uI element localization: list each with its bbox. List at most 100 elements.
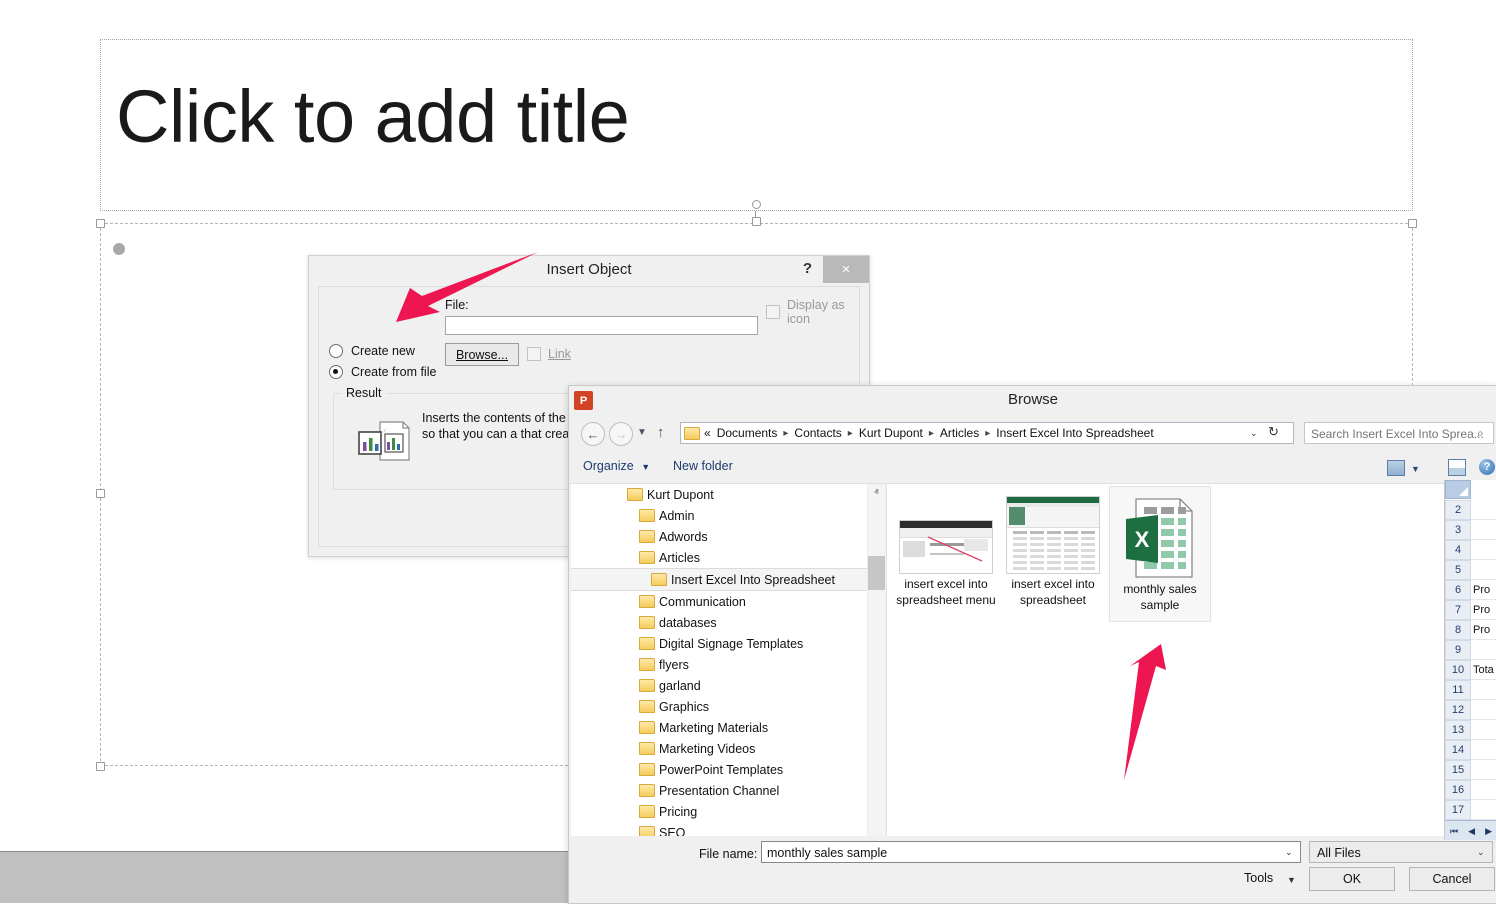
resize-handle-top-left[interactable] (96, 219, 105, 228)
breadcrumb-item-documents[interactable]: Documents (717, 426, 778, 440)
navigation-tree[interactable]: Kurt Dupont Admin Adwords Articles Insert Ex… (571, 484, 867, 836)
excel-cell[interactable] (1471, 800, 1496, 820)
excel-cell[interactable]: Pro (1471, 600, 1496, 620)
forward-icon[interactable]: → (609, 422, 633, 446)
excel-row-header[interactable]: 14 (1445, 740, 1471, 760)
tree-item[interactable]: SEO (571, 822, 867, 836)
excel-cell[interactable] (1471, 540, 1496, 560)
excel-row-header[interactable]: 10 (1445, 660, 1471, 680)
refresh-icon[interactable]: ↻ (1268, 424, 1279, 440)
excel-cell[interactable] (1471, 720, 1496, 740)
excel-row-header[interactable]: 2 (1445, 500, 1471, 520)
excel-row-header[interactable]: 15 (1445, 760, 1471, 780)
tree-item[interactable]: Marketing Videos (571, 738, 867, 759)
recent-locations-caret-icon[interactable]: ▼ (637, 427, 647, 438)
sheet-nav-icon[interactable]: ▶ (1485, 826, 1492, 837)
tree-item[interactable]: garland (571, 675, 867, 696)
tree-item[interactable]: Digital Signage Templates (571, 633, 867, 654)
breadcrumb-item-contacts[interactable]: Contacts (794, 426, 841, 440)
excel-row-header[interactable]: 9 (1445, 640, 1471, 660)
excel-row-header[interactable]: 6 (1445, 580, 1471, 600)
tree-item[interactable]: Admin (571, 505, 867, 526)
resize-handle-top-right[interactable] (1408, 219, 1417, 228)
tree-item[interactable]: Communication (571, 591, 867, 612)
rotate-handle[interactable] (752, 200, 761, 209)
browse-titlebar[interactable]: P Browse (569, 386, 1496, 414)
display-as-icon-checkbox[interactable]: Display as icon (766, 298, 859, 326)
sheet-nav-icon[interactable]: ⏮ (1450, 826, 1458, 837)
file-tile[interactable]: insert excel into spreadsheet (1002, 492, 1104, 608)
select-all-corner-icon[interactable] (1445, 480, 1471, 499)
excel-cell[interactable] (1471, 780, 1496, 800)
file-tile[interactable]: insert excel into spreadsheet menu (895, 492, 997, 608)
slide-title-placeholder[interactable]: Click to add title (100, 39, 1413, 211)
excel-row-header[interactable]: 7 (1445, 600, 1471, 620)
sheet-nav-icon[interactable]: ◀ (1468, 826, 1475, 837)
resize-handle-bottom-left[interactable] (96, 762, 105, 771)
close-icon[interactable]: × (823, 256, 869, 283)
tree-scrollbar[interactable]: ⱏ ⱟ (867, 484, 885, 836)
excel-row-header[interactable]: 13 (1445, 720, 1471, 740)
excel-cell[interactable] (1471, 760, 1496, 780)
excel-cell[interactable]: Pro (1471, 580, 1496, 600)
excel-row-header[interactable]: 16 (1445, 780, 1471, 800)
new-folder-button[interactable]: New folder (673, 459, 733, 473)
help-icon[interactable]: ? (803, 260, 812, 277)
excel-row-header[interactable]: 3 (1445, 520, 1471, 540)
excel-cell[interactable]: Tota (1471, 660, 1496, 680)
excel-row-header[interactable]: 5 (1445, 560, 1471, 580)
excel-cell[interactable] (1471, 520, 1496, 540)
up-one-level-icon[interactable]: ↑ (657, 424, 665, 441)
chevron-down-icon[interactable]: ▼ (1287, 875, 1296, 885)
preview-pane-icon[interactable] (1448, 459, 1466, 476)
excel-cell[interactable] (1471, 740, 1496, 760)
create-new-radio[interactable]: Create new (329, 344, 415, 358)
excel-sheet-navigation[interactable]: ⏮ ◀ ▶ (1445, 820, 1496, 840)
tree-item[interactable]: Pricing (571, 801, 867, 822)
file-tile[interactable]: Xmonthly sales sample (1109, 486, 1211, 622)
resize-handle-top[interactable] (752, 217, 761, 226)
filetype-dropdown-icon[interactable]: ⌄ (1477, 847, 1485, 858)
excel-cell[interactable] (1471, 640, 1496, 660)
tools-button[interactable]: Tools (1244, 871, 1273, 885)
breadcrumb[interactable]: « Documents ▸ Contacts ▸ Kurt Dupont ▸ A… (680, 422, 1154, 444)
excel-row-header[interactable]: 4 (1445, 540, 1471, 560)
excel-cell[interactable] (1471, 500, 1496, 520)
file-list-pane[interactable]: insert excel into spreadsheet menu insert… (887, 484, 1495, 836)
back-icon[interactable]: ← (581, 422, 605, 446)
create-from-file-radio[interactable]: Create from file (329, 365, 436, 379)
excel-cell[interactable] (1471, 560, 1496, 580)
filename-dropdown-icon[interactable]: ⌄ (1285, 847, 1293, 858)
tree-item[interactable]: PowerPoint Templates (571, 759, 867, 780)
scroll-up-icon[interactable]: ⱏ (868, 484, 885, 501)
tree-item[interactable]: Presentation Channel (571, 780, 867, 801)
excel-row-header[interactable]: 17 (1445, 800, 1471, 820)
help-icon[interactable]: ? (1479, 459, 1495, 475)
scrollbar-thumb[interactable] (868, 556, 885, 590)
tree-item[interactable]: Kurt Dupont (571, 484, 867, 505)
tree-item[interactable]: flyers (571, 654, 867, 675)
tree-item[interactable]: Articles (571, 547, 867, 568)
breadcrumb-item-kurt-dupont[interactable]: Kurt Dupont (859, 426, 923, 440)
resize-handle-left[interactable] (96, 489, 105, 498)
excel-cell[interactable] (1471, 680, 1496, 700)
tree-item[interactable]: databases (571, 612, 867, 633)
tree-item[interactable]: Adwords (571, 526, 867, 547)
chevron-down-icon[interactable]: ▼ (1411, 464, 1420, 474)
excel-row-header[interactable]: 8 (1445, 620, 1471, 640)
ok-button[interactable]: OK (1309, 867, 1395, 891)
cancel-button[interactable]: Cancel (1409, 867, 1495, 891)
browse-button[interactable]: Browse... (445, 343, 519, 366)
scroll-down-icon[interactable]: ⱟ (868, 819, 885, 836)
address-bar-dropdown-icon[interactable]: ⌄ (1250, 428, 1258, 439)
excel-cell[interactable] (1471, 700, 1496, 720)
change-view-icon[interactable] (1387, 460, 1405, 476)
tree-item[interactable]: Graphics (571, 696, 867, 717)
tree-item[interactable]: Marketing Materials (571, 717, 867, 738)
organize-button[interactable]: Organize ▼ (583, 459, 650, 473)
link-checkbox[interactable]: Link (527, 347, 571, 361)
tree-item[interactable]: Insert Excel Into Spreadsheet (571, 568, 867, 591)
excel-row-header[interactable]: 11 (1445, 680, 1471, 700)
excel-row-header[interactable]: 12 (1445, 700, 1471, 720)
breadcrumb-item-articles[interactable]: Articles (940, 426, 979, 440)
